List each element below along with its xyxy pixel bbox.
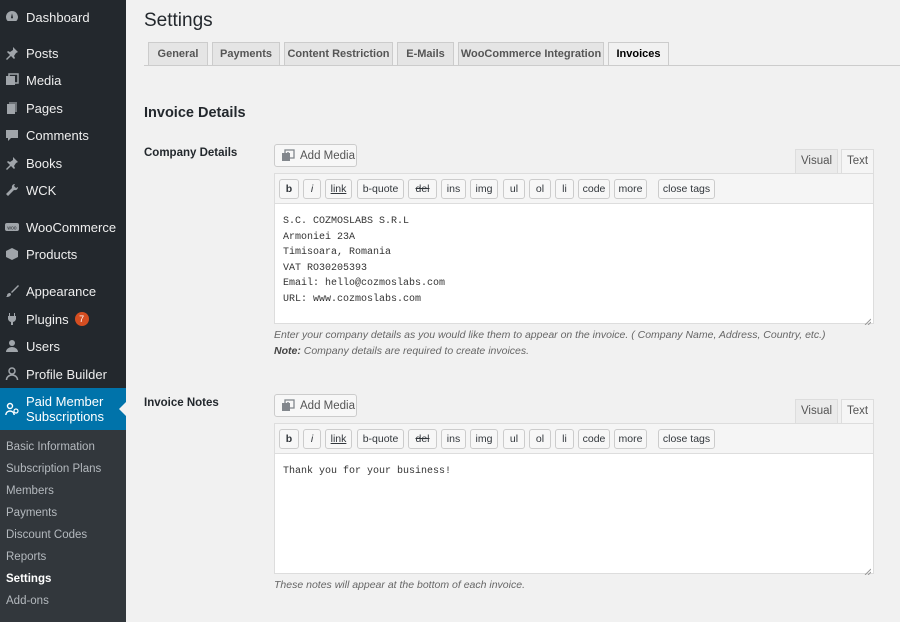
qt-italic-button[interactable]: i [303, 429, 321, 449]
menu-item-posts[interactable]: Posts [0, 39, 126, 67]
submenu-item-payments[interactable]: Payments [6, 504, 57, 522]
qt-more-button[interactable]: more [614, 179, 647, 199]
qt-italic-button[interactable]: i [303, 179, 321, 199]
media-icon [5, 73, 19, 87]
pin-icon [5, 156, 19, 170]
notes-add-media-button[interactable]: Add Media [274, 394, 357, 417]
menu-item-woocommerce[interactable]: woo WooCommerce [0, 213, 126, 241]
tab-content-restriction[interactable]: Content Restriction [284, 42, 393, 65]
plugins-update-badge: 7 [74, 312, 89, 326]
qt-bquote-button[interactable]: b-quote [357, 429, 404, 449]
qt-del-button[interactable]: del [408, 429, 437, 449]
brush-icon [5, 284, 19, 298]
company-details-editor: b i link b-quote del ins img ul ol li co… [274, 173, 874, 326]
invoice-notes-editor: b i link b-quote del ins img ul ol li co… [274, 423, 874, 576]
submenu-item-add-ons[interactable]: Add-ons [6, 592, 49, 610]
box-icon [5, 247, 19, 261]
tab-payments[interactable]: Payments [212, 42, 280, 65]
add-media-icon [281, 148, 295, 163]
submenu-item-members[interactable]: Members [6, 482, 54, 500]
submenu-item-basic-information[interactable]: Basic Information [6, 438, 95, 456]
qt-code-button[interactable]: code [578, 179, 610, 199]
qt-ol-button[interactable]: ol [529, 429, 551, 449]
company-details-help: Enter your company details as you would … [274, 329, 826, 357]
menu-item-dashboard[interactable]: Dashboard [0, 3, 126, 31]
users-icon [5, 339, 19, 353]
invoice-notes-textarea[interactable]: Thank you for your business! [275, 454, 873, 573]
dashboard-icon [5, 10, 19, 24]
notes-text-tab[interactable]: Text [841, 399, 874, 423]
page-title: Settings [144, 10, 213, 31]
pages-icon [5, 101, 19, 115]
qt-bold-button[interactable]: b [279, 179, 299, 199]
woocommerce-icon: woo [5, 220, 19, 234]
submenu: Basic Information Subscription Plans Mem… [0, 430, 126, 622]
menu-item-appearance[interactable]: Appearance [0, 277, 126, 305]
menu-item-pages[interactable]: Pages [0, 94, 126, 122]
menu-item-products[interactable]: Products [0, 240, 126, 268]
submenu-item-discount-codes[interactable]: Discount Codes [6, 526, 87, 544]
notes-quicktags-toolbar: b i link b-quote del ins img ul ol li co… [275, 424, 873, 454]
company-details-label: Company Details [144, 147, 238, 159]
company-text-tab[interactable]: Text [841, 149, 874, 173]
company-visual-tab[interactable]: Visual [795, 149, 838, 173]
qt-bquote-button[interactable]: b-quote [357, 179, 404, 199]
resize-grip-icon[interactable] [863, 313, 872, 326]
menu-item-comments[interactable]: Comments [0, 121, 126, 149]
qt-close-tags-button[interactable]: close tags [658, 429, 715, 449]
section-title: Invoice Details [144, 105, 246, 121]
wrench-icon [5, 183, 19, 197]
qt-close-tags-button[interactable]: close tags [658, 179, 715, 199]
qt-li-button[interactable]: li [555, 429, 574, 449]
tabs-divider [144, 65, 900, 66]
qt-ol-button[interactable]: ol [529, 179, 551, 199]
qt-bold-button[interactable]: b [279, 429, 299, 449]
qt-code-button[interactable]: code [578, 429, 610, 449]
menu-item-wck[interactable]: WCK [0, 176, 126, 204]
menu-item-users[interactable]: Users [0, 332, 126, 360]
notes-visual-tab[interactable]: Visual [795, 399, 838, 423]
qt-ul-button[interactable]: ul [503, 179, 525, 199]
qt-li-button[interactable]: li [555, 179, 574, 199]
menu-item-media[interactable]: Media [0, 66, 126, 94]
qt-ins-button[interactable]: ins [441, 179, 466, 199]
resize-grip-icon[interactable] [863, 563, 872, 576]
submenu-item-subscription-plans[interactable]: Subscription Plans [6, 460, 101, 478]
tab-e-mails[interactable]: E-Mails [397, 42, 454, 65]
svg-text:woo: woo [7, 226, 16, 232]
submenu-item-reports[interactable]: Reports [6, 548, 46, 566]
menu-item-books[interactable]: Books [0, 149, 126, 177]
qt-img-button[interactable]: img [470, 179, 498, 199]
members-icon [5, 402, 19, 416]
qt-ul-button[interactable]: ul [503, 429, 525, 449]
company-add-media-button[interactable]: Add Media [274, 144, 357, 167]
menu-item-profile-builder[interactable]: Profile Builder [0, 360, 126, 388]
qt-img-button[interactable]: img [470, 429, 498, 449]
menu-item-paid-member-subscriptions[interactable]: Paid Member Subscriptions [0, 388, 126, 430]
tab-woocommerce-integration[interactable]: WooCommerce Integration [458, 42, 604, 65]
submenu-item-settings[interactable]: Settings [6, 570, 51, 588]
add-media-icon [281, 398, 295, 413]
qt-link-button[interactable]: link [325, 429, 352, 449]
qt-del-button[interactable]: del [408, 179, 437, 199]
user-icon [5, 367, 19, 381]
invoice-notes-help: These notes will appear at the bottom of… [274, 579, 525, 591]
qt-ins-button[interactable]: ins [441, 429, 466, 449]
admin-sidebar: Dashboard Posts Media Pages Comments Boo… [0, 0, 126, 622]
menu-item-plugins[interactable]: Plugins 7 [0, 305, 126, 333]
invoice-notes-label: Invoice Notes [144, 397, 219, 409]
plugin-icon [5, 312, 19, 326]
tab-invoices[interactable]: Invoices [608, 42, 669, 66]
tab-general[interactable]: General [148, 42, 208, 65]
pin-icon [5, 46, 19, 60]
company-quicktags-toolbar: b i link b-quote del ins img ul ol li co… [275, 174, 873, 204]
comment-icon [5, 128, 19, 142]
qt-more-button[interactable]: more [614, 429, 647, 449]
qt-link-button[interactable]: link [325, 179, 352, 199]
company-details-textarea[interactable]: S.C. COZMOSLABS S.R.L Armoniei 23A Timis… [275, 204, 873, 323]
